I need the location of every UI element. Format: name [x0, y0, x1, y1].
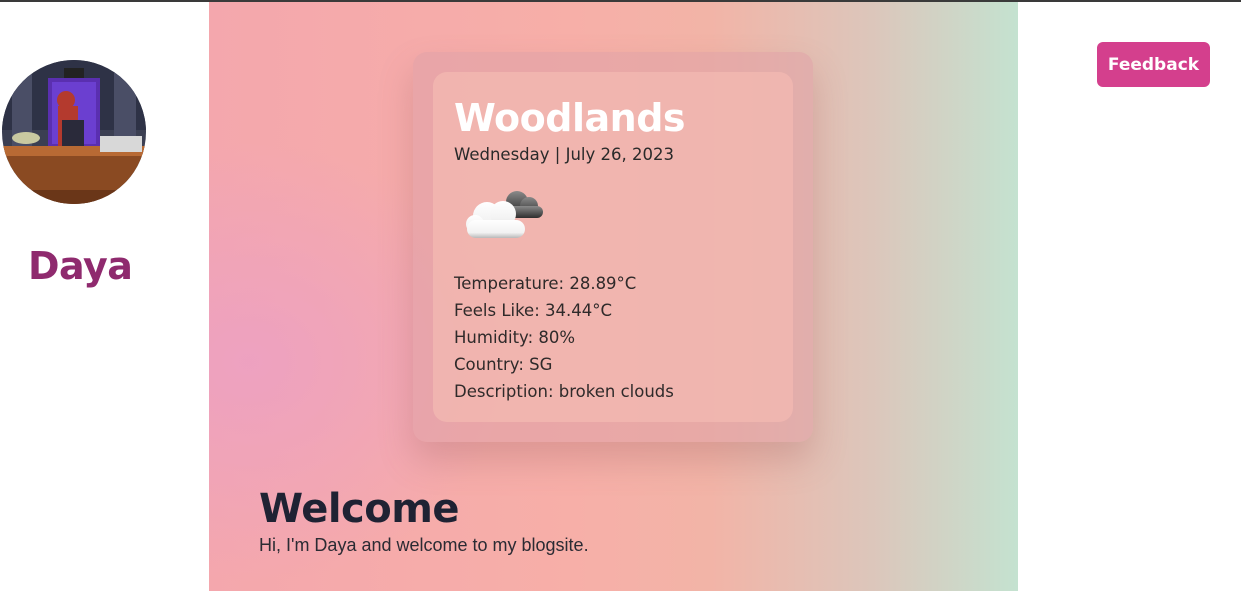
- weather-card-frame: Woodlands Wednesday | July 26, 2023 Temp…: [413, 52, 813, 442]
- weather-temperature: Temperature: 28.89°C: [454, 274, 637, 293]
- main-panel: Woodlands Wednesday | July 26, 2023 Temp…: [209, 2, 1018, 591]
- weather-city: Woodlands: [454, 96, 686, 140]
- weather-feels-like: Feels Like: 34.44°C: [454, 301, 613, 320]
- profile-name: Daya: [28, 244, 133, 288]
- weather-country: Country: SG: [454, 355, 553, 374]
- broken-clouds-icon: [466, 191, 543, 238]
- avatar: [2, 60, 146, 204]
- avatar-image: [2, 60, 146, 204]
- weather-description: Description: broken clouds: [454, 382, 674, 401]
- feedback-button[interactable]: Feedback: [1097, 42, 1210, 87]
- weather-details: Temperature: 28.89°C Feels Like: 34.44°C…: [454, 270, 674, 405]
- welcome-text: Hi, I'm Daya and welcome to my blogsite.: [259, 535, 589, 555]
- weather-card: Woodlands Wednesday | July 26, 2023 Temp…: [433, 72, 793, 422]
- weather-humidity: Humidity: 80%: [454, 328, 576, 347]
- weather-date: Wednesday | July 26, 2023: [454, 145, 674, 164]
- welcome-heading: Welcome: [259, 486, 460, 532]
